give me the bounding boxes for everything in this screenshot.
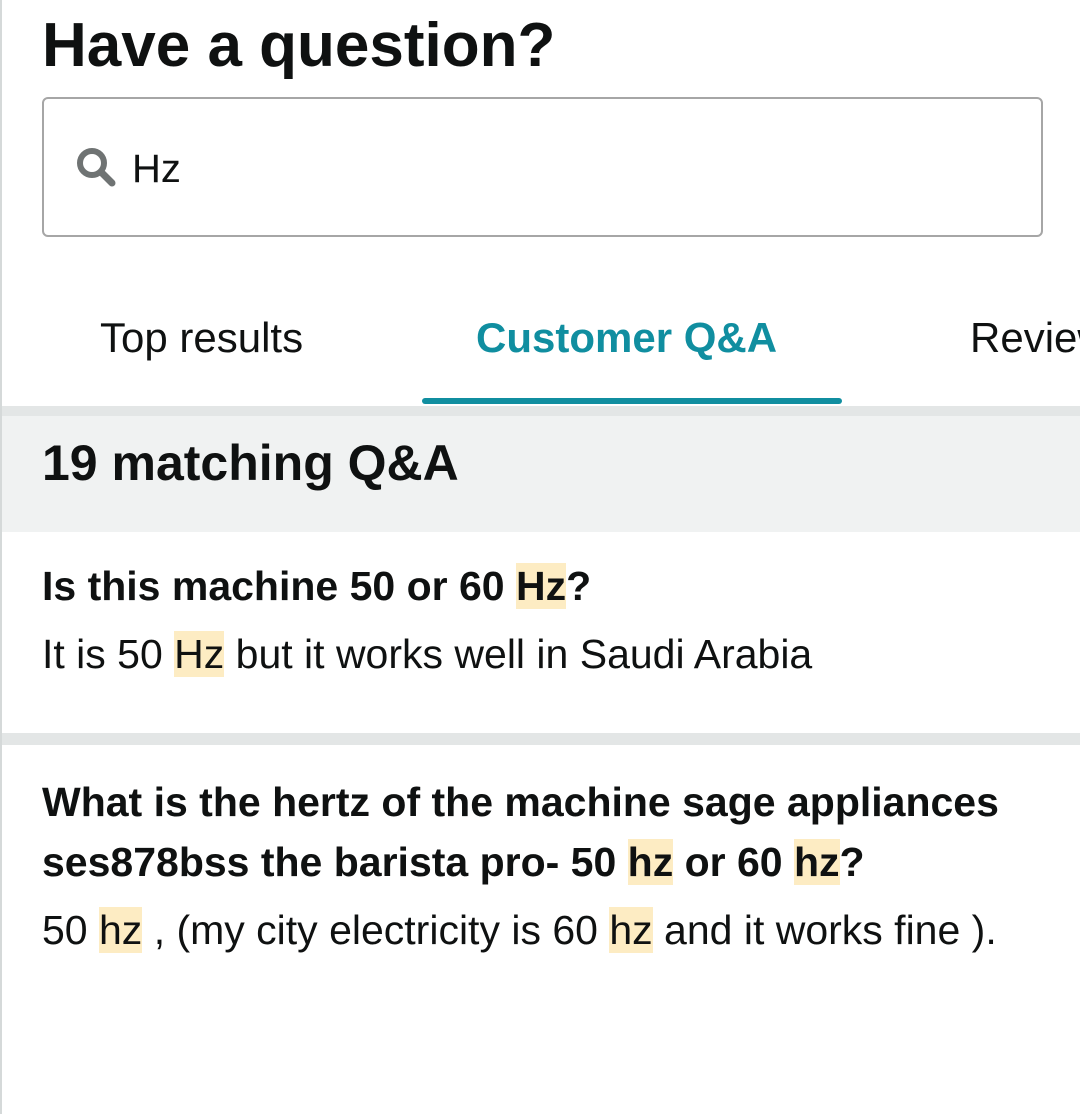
divider bbox=[2, 406, 1080, 416]
active-tab-indicator bbox=[422, 398, 842, 404]
results-count-band: 19 matching Q&A bbox=[2, 416, 1080, 532]
search-match-highlight: hz bbox=[627, 839, 674, 885]
qa-answer: It is 50 Hz but it works well in Saudi A… bbox=[42, 631, 813, 677]
search-match-highlight: hz bbox=[609, 907, 653, 953]
qa-item[interactable]: What is the hertz of the machine sage ap… bbox=[42, 772, 1042, 960]
search-match-highlight: Hz bbox=[174, 631, 225, 677]
tab-reviews[interactable]: Reviews bbox=[970, 312, 1080, 364]
qa-answer: 50 hz , (my city electricity is 60 hz an… bbox=[42, 907, 997, 953]
qa-item[interactable]: Is this machine 50 or 60 Hz? It is 50 Hz… bbox=[42, 556, 1032, 684]
page-title: Have a question? bbox=[42, 11, 556, 80]
qa-question[interactable]: What is the hertz of the machine sage ap… bbox=[42, 772, 1042, 892]
search-icon bbox=[77, 148, 116, 187]
search-box[interactable] bbox=[42, 97, 1043, 237]
search-input[interactable] bbox=[132, 139, 1012, 199]
search-match-highlight: hz bbox=[794, 839, 840, 885]
tab-customer-qa[interactable]: Customer Q&A bbox=[476, 312, 777, 364]
search-match-highlight: hz bbox=[99, 907, 143, 953]
divider bbox=[2, 733, 1080, 745]
search-match-highlight: Hz bbox=[515, 563, 567, 609]
tab-bar: Top results Customer Q&A Reviews bbox=[2, 290, 1080, 406]
qa-question[interactable]: Is this machine 50 or 60 Hz? bbox=[42, 556, 1032, 616]
results-count: 19 matching Q&A bbox=[42, 435, 459, 491]
tab-top-results[interactable]: Top results bbox=[100, 312, 303, 364]
